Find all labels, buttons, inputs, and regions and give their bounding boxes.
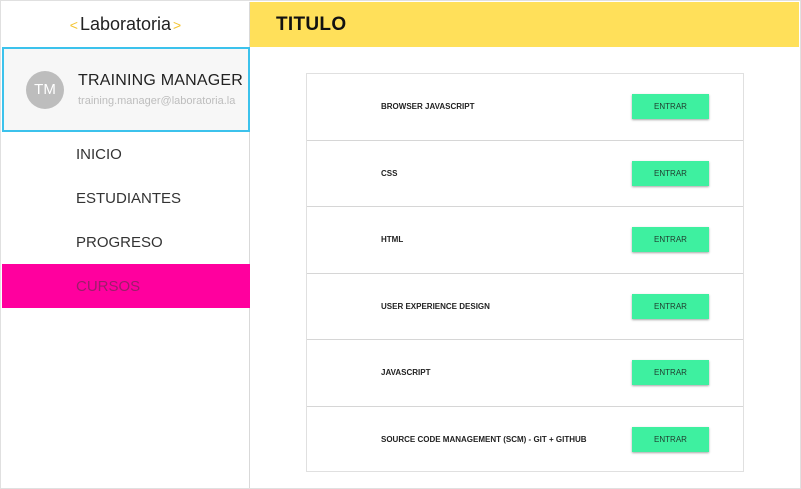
avatar: TM [26,70,64,109]
course-name: JAVASCRIPT [381,368,431,378]
profile-email: training.manager@laboratoria.la [78,95,236,107]
laboratoria-logo[interactable]: < Laboratoria > [2,2,249,47]
course-name: SOURCE CODE MANAGEMENT (SCM) - GIT + GIT… [381,435,587,445]
sidebar-item-estudiantes[interactable]: ESTUDIANTES [2,176,250,220]
course-name: HTML [381,235,404,245]
course-name: USER EXPERIENCE DESIGN [381,301,490,311]
course-row: JAVASCRIPT ENTRAR [307,340,743,407]
logo-text: Laboratoria [79,14,172,34]
sidebar-nav: INICIO ESTUDIANTES PROGRESO CURSOS [2,132,250,308]
enter-button[interactable]: ENTRAR [632,360,709,386]
enter-button[interactable]: ENTRAR [632,293,709,319]
course-name: BROWSER JAVASCRIPT [381,102,475,112]
course-row: BROWSER JAVASCRIPT ENTRAR [307,74,743,141]
course-list: BROWSER JAVASCRIPT ENTRAR CSS ENTRAR HTM… [306,73,744,472]
enter-button[interactable]: ENTRAR [632,160,709,186]
sidebar-item-progreso[interactable]: PROGRESO [2,220,250,264]
profile-text: TRAINING MANAGER training.manager@labora… [78,72,243,107]
course-row: SOURCE CODE MANAGEMENT (SCM) - GIT + GIT… [307,407,743,474]
logo-right-bracket: > [173,16,182,33]
sidebar: < Laboratoria > TM TRAINING MANAGER trai… [2,2,250,488]
enter-button[interactable]: ENTRAR [632,94,709,120]
enter-button[interactable]: ENTRAR [632,227,709,253]
course-name: CSS [381,168,398,178]
page-header: TITULO [250,2,799,47]
profile-name: TRAINING MANAGER [78,72,243,89]
user-profile-card[interactable]: TM TRAINING MANAGER training.manager@lab… [2,47,250,132]
enter-button[interactable]: ENTRAR [632,427,709,453]
course-row: CSS ENTRAR [307,141,743,207]
sidebar-item-cursos[interactable]: CURSOS [2,264,250,308]
sidebar-item-inicio[interactable]: INICIO [2,132,250,176]
logo-left-bracket: < [69,16,78,33]
course-row: HTML ENTRAR [307,207,743,274]
course-row: USER EXPERIENCE DESIGN ENTRAR [307,274,743,340]
page-title: TITULO [276,13,347,35]
